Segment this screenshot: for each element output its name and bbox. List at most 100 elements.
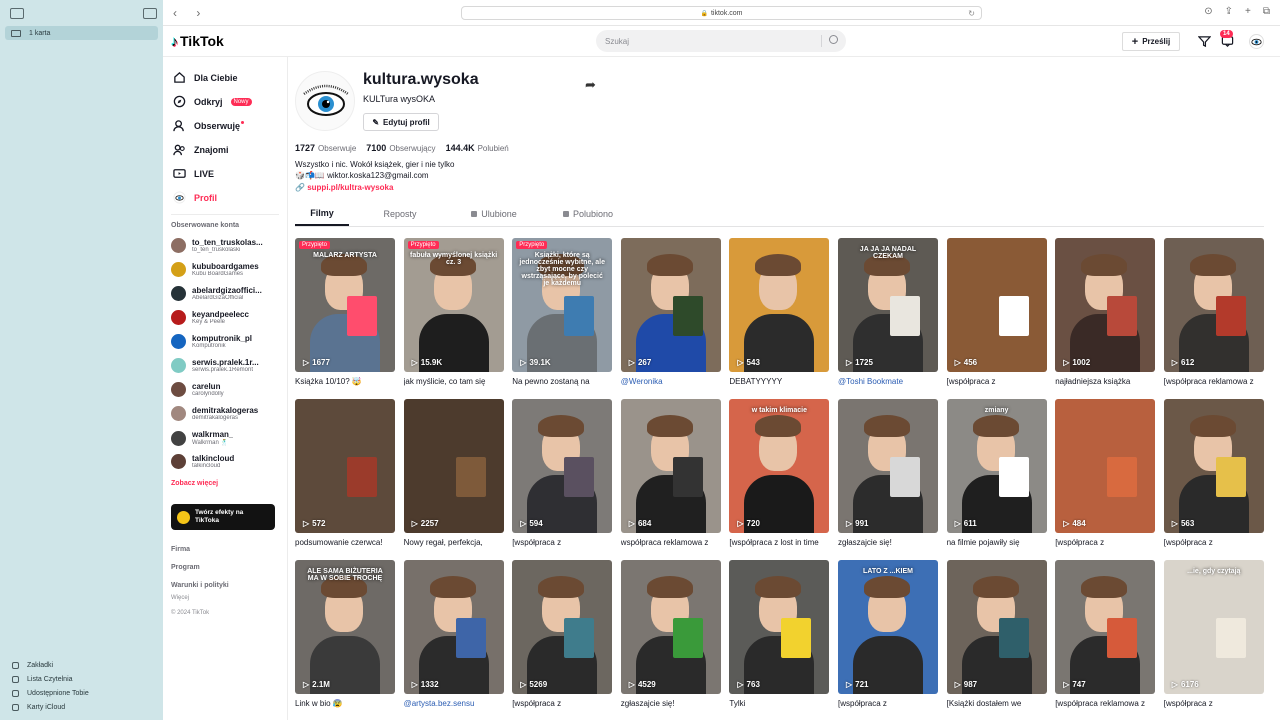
video-thumbnail[interactable]: ▷ 763 [729,560,830,694]
tab-videos[interactable]: Filmy [295,202,349,226]
video-card[interactable]: ▷ 563 [współpraca z [1163,399,1264,547]
followed-account[interactable]: demitrakalogeras demitrakalogeras [171,406,281,421]
video-caption[interactable]: [współpraca z [512,699,612,708]
create-effects-button[interactable]: Twórz efekty na TikToka [171,504,275,530]
share-icon[interactable]: ⇪ [1225,6,1233,17]
video-card[interactable]: ▷ 1002 najładniejsza książka [1055,238,1156,386]
followed-account[interactable]: carelun carolyndolly [171,382,281,397]
video-caption[interactable]: Książka 10/10? 🤯 [295,377,395,386]
video-caption[interactable]: [współpraca z [1164,699,1264,708]
video-card[interactable]: LATO Z ...KIEM ▷ 721 [współpraca z [838,560,938,708]
followed-account[interactable]: serwis.pralek.1r... serwis.pralek.1Remon… [171,358,281,373]
video-thumbnail[interactable]: ▷ 1332 [403,560,504,694]
profile-link[interactable]: 🔗 suppi.pl/kultra-wysoka [295,183,393,192]
video-caption[interactable]: [współpraca z [1164,538,1264,547]
video-caption[interactable]: DEBATYYYYY [729,377,829,386]
video-caption[interactable]: [współpraca z [838,699,938,708]
video-thumbnail[interactable]: ▷ 563 [1163,399,1264,533]
profile-avatar-icon[interactable] [1249,34,1264,49]
video-caption[interactable]: [współpraca z [512,538,612,547]
nav-live[interactable]: LIVE [173,167,214,180]
filter-icon[interactable] [1198,35,1211,48]
video-caption[interactable]: podsumowanie czerwca! [295,538,395,547]
video-caption[interactable]: @Toshi Bookmate [838,377,938,386]
sidebar-bookmarks[interactable]: Zakładki [12,658,89,672]
edit-profile-button[interactable]: ✎ Edytuj profil [363,113,439,131]
sidebar-shared[interactable]: Udostępnione Tobie [12,686,89,700]
video-thumbnail[interactable]: ▷ 5269 [512,560,613,694]
video-caption[interactable]: [Książki dostałem we [947,699,1047,708]
video-thumbnail[interactable]: Przypięto Książki, które są jednocześnie … [512,238,613,372]
nav-friends[interactable]: Znajomi [173,143,229,156]
video-thumbnail[interactable]: ALE SAMA BIŻUTERIA MA W SOBIE TROCHĘ ▷ 2.1… [295,560,395,694]
video-caption[interactable]: [współpraca z [947,377,1047,386]
nav-following[interactable]: Obserwuję [173,119,245,132]
video-caption[interactable]: współpraca reklamowa z [621,538,721,547]
video-caption[interactable]: na filmie pojawiły się [947,538,1047,547]
share-profile-icon[interactable]: ➦ [585,77,596,93]
video-thumbnail[interactable]: w takim klimacie ▷ 720 [729,399,830,533]
video-thumbnail[interactable]: zmiany ▷ 611 [946,399,1047,533]
video-card[interactable]: w takim klimacie ▷ 720 [współpraca z lost i… [729,399,830,547]
video-thumbnail[interactable]: ▷ 612 [1163,238,1264,372]
search-icon[interactable] [829,35,838,44]
tab-reposts[interactable]: Reposty [353,202,447,226]
sidebar-reading-list[interactable]: Lista Czytelnia [12,672,89,686]
video-card[interactable]: zmiany ▷ 611 na filmie pojawiły się [946,399,1047,547]
video-caption[interactable]: Tylki [729,699,829,708]
video-thumbnail[interactable]: ▷ 4529 [620,560,721,694]
tab-overview-icon[interactable] [143,8,157,19]
video-card[interactable]: ▷ 594 [współpraca z [512,399,613,547]
video-caption[interactable]: Na pewno zostaną na [512,377,612,386]
video-thumbnail[interactable]: ▷ 456 [946,238,1047,372]
video-card[interactable]: ▷ 1332 @artysta.bez.sensu [403,560,504,708]
search-input[interactable]: Szukaj [596,30,846,52]
video-card[interactable]: JA JA JA NADAL CZEKAM ▷ 1725 @Toshi Bookmat… [838,238,938,386]
video-thumbnail[interactable]: ▷ 267 [620,238,721,372]
video-card[interactable]: Przypięto fabuła wymyślonej książki cz. 3… [403,238,504,386]
video-card[interactable]: ▷ 267 @Weronika [620,238,721,386]
video-caption[interactable]: zgłaszajcie się! [621,699,721,708]
video-card[interactable]: ▷ 991 zgłaszajcie się! [838,399,938,547]
footer-terms[interactable]: Warunki i polityki [171,582,229,589]
video-card[interactable]: ▷ 684 współpraca reklamowa z [620,399,721,547]
nav-for-you[interactable]: Dla Ciebie [173,71,238,84]
video-caption[interactable]: Link w bio 😰 [295,699,395,708]
footer-program[interactable]: Program [171,564,200,571]
video-caption[interactable]: zgłaszajcie się! [838,538,938,547]
video-thumbnail[interactable]: ▷ 2257 [403,399,504,533]
nav-arrows[interactable]: ‹ › [173,6,208,20]
video-card[interactable]: ▷ 543 DEBATYYYYY [729,238,830,386]
video-thumbnail[interactable]: ▷ 684 [620,399,721,533]
video-thumbnail[interactable]: ▷ 594 [512,399,613,533]
sidebar-icloud-tabs[interactable]: Karty iCloud [12,700,89,714]
video-card[interactable]: ▷ 4529 zgłaszajcie się! [620,560,721,708]
tabs-icon[interactable]: ⧉ [1263,6,1270,17]
upload-button[interactable]: + Prześlij [1122,32,1180,51]
new-tab-icon[interactable]: + [1245,6,1251,17]
video-thumbnail[interactable]: ▷ 987 [946,560,1047,694]
video-thumbnail[interactable]: Przypięto fabuła wymyślonej książki cz. 3… [403,238,504,372]
video-caption[interactable]: @Weronika [621,377,721,386]
video-thumbnail[interactable]: ▷ 572 [295,399,395,533]
followed-account[interactable]: to_ten_truskolas... to_ten_truskolaski [171,238,281,253]
footer-company[interactable]: Firma [171,546,190,553]
tab-group-item[interactable]: 1 karta [5,26,158,40]
video-card[interactable]: ▷ 612 [współpraca reklamowa z [1163,238,1264,386]
stat-followers[interactable]: 7100 Obserwujący [366,143,435,153]
video-thumbnail[interactable]: ▷ 991 [838,399,938,533]
tab-favorites[interactable]: Ulubione [447,202,541,226]
followed-account[interactable]: kububoardgames Kubu BoardGames [171,262,281,277]
followed-account[interactable]: keyandpeelecc Key & Peele [171,310,281,325]
video-caption[interactable]: [współpraca z [1055,538,1155,547]
tab-liked[interactable]: Polubiono [541,202,635,226]
video-thumbnail[interactable]: ▷ 1002 [1055,238,1156,372]
sidebar-toggle-icon[interactable] [10,8,24,19]
video-card[interactable]: Przypięto MALARZ ARTYSTA ▷ 1677 Książka 10/1… [295,238,395,386]
video-thumbnail[interactable]: LATO Z ...KIEM ▷ 721 [838,560,938,694]
download-icon[interactable]: ⊙ [1204,6,1212,17]
video-card[interactable]: ▷ 456 [współpraca z [946,238,1047,386]
video-thumbnail[interactable]: ▷ 543 [729,238,830,372]
video-card[interactable]: Przypięto Książki, które są jednocześnie … [512,238,613,386]
followed-account[interactable]: komputronik_pl Komputronik [171,334,281,349]
